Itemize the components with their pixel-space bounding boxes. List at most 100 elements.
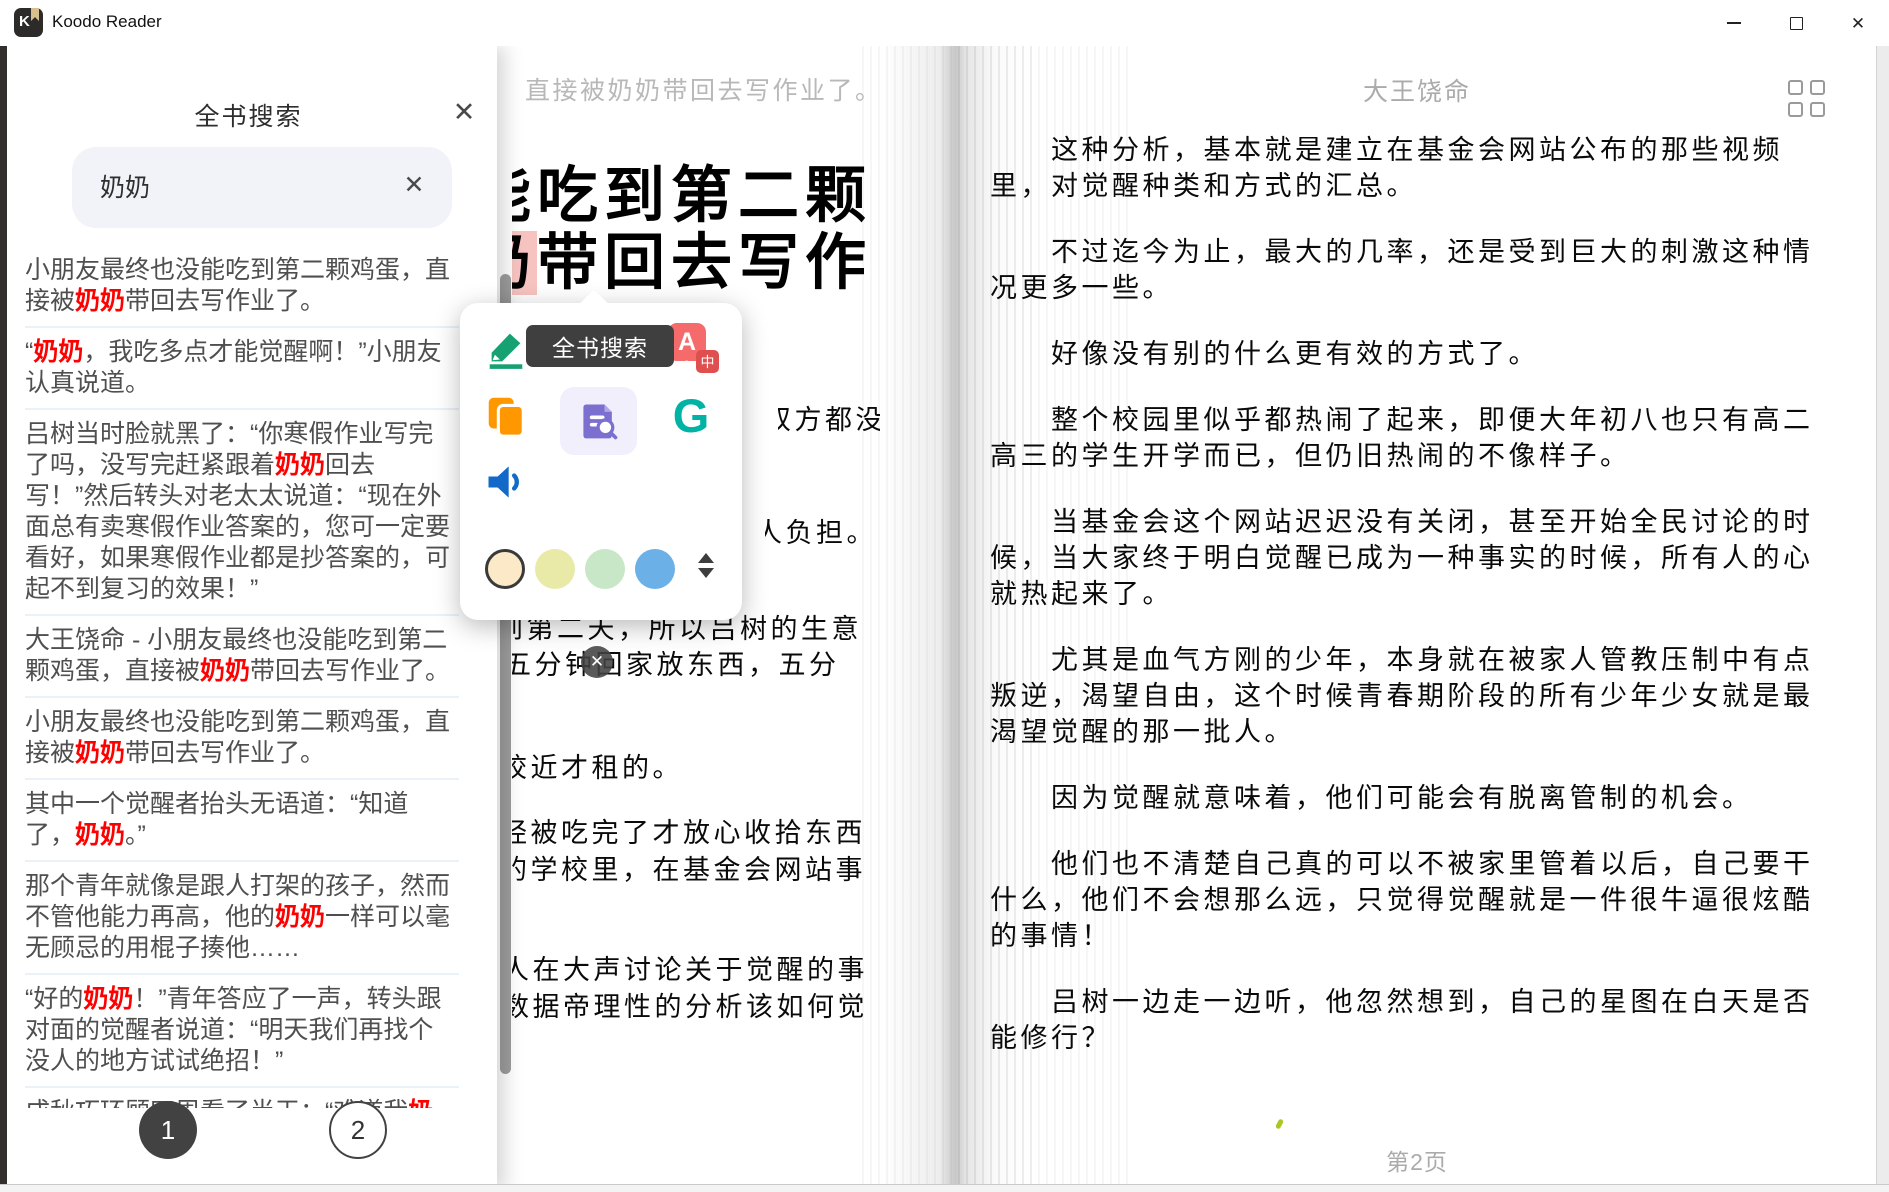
left-page-text-fragment: 双方都没有 <box>778 403 880 437</box>
book-paragraph: 因为觉醒就意味着，他们可能会有脱离管制的机会。 <box>990 780 1850 816</box>
search-result-text: 面总有卖寒假作业答案的，您可一定要 <box>25 513 450 541</box>
book-text-line: 况更多一些。 <box>990 270 1850 306</box>
window-controls: ✕ <box>1703 0 1889 46</box>
book-text-line: 什么，他们不会想那么远，只觉得觉醒就是一件很牛逼很炫酷 <box>990 882 1850 918</box>
book-text-line: 尤其是血气方刚的少年，本身就在被家人管教压制中有点 <box>990 642 1850 678</box>
left-page-fragment-text: 经被吃完了才放心收拾东西 <box>512 816 866 850</box>
search-result-item[interactable]: “好的奶奶！”青年答应了一声，转头跟对面的觉醒者说道：“明天我们再找个没人的地方… <box>25 975 459 1088</box>
page-layout-grid-icon[interactable] <box>1788 80 1826 118</box>
dictionary-search-icon[interactable] <box>560 387 637 455</box>
search-result-text: 大王饶命 - 小朋友最终也没能吃到第二 <box>25 626 447 654</box>
highlight-color-swatch[interactable] <box>585 549 625 589</box>
search-result-text: 接被 <box>25 287 75 315</box>
book-paragraph: 整个校园里似乎都热闹了起来，即便大年初八也只有高二高三的学生开学而已，但仍旧热闹… <box>990 402 1850 474</box>
search-result-line: “奶奶，我吃多点才能觉醒啊！”小朋友 <box>25 337 459 368</box>
search-result-text: 无顾忌的用棍子揍他…… <box>25 934 300 962</box>
search-result-text: 起不到复习的效果！” <box>25 575 258 603</box>
highlight-color-swatch[interactable] <box>535 549 575 589</box>
search-result-line: 接被奶奶带回去写作业了。 <box>25 738 459 769</box>
maximize-icon <box>1790 17 1803 30</box>
book-paragraph: 他们也不清楚自己真的可以不被家里管着以后，自己要干什么，他们不会想那么远，只觉得… <box>990 846 1850 954</box>
search-result-item[interactable]: 其中一个觉醒者抬头无语道：“知道了，奶奶。” <box>25 780 459 862</box>
text-to-speech-icon[interactable] <box>483 460 529 506</box>
search-match-highlight: 奶奶 <box>75 739 125 767</box>
left-page-fragment-text: 校近才租的。 <box>512 751 683 785</box>
search-result-line: 成秋巧环顾四周看了半天：“难道我奶 <box>25 1097 459 1108</box>
search-result-text: 回去 <box>325 451 375 479</box>
book-text-line: 候，当大家终于明白觉醒已成为一种事实的时候，所有人的心 <box>990 540 1850 576</box>
search-result-item[interactable]: 小朋友最终也没能吃到第二颗鸡蛋，直接被奶奶带回去写作业了。 <box>25 698 459 780</box>
highlight-color-swatch[interactable] <box>485 549 525 589</box>
close-button[interactable]: ✕ <box>1827 0 1889 46</box>
color-sort-arrows-icon[interactable] <box>698 553 718 593</box>
search-results-list: 小朋友最终也没能吃到第二颗鸡蛋，直接被奶奶带回去写作业了。“奶奶，我吃多点才能觉… <box>25 246 459 1108</box>
search-result-text: 认真说道。 <box>25 369 150 397</box>
search-result-text: 带回去写作业了。 <box>125 287 325 315</box>
book-text-line: 的事情！ <box>990 918 1850 954</box>
highlight-pen-icon[interactable] <box>483 325 529 371</box>
search-result-text: ，我吃多点才能觉醒啊！”小朋友 <box>83 338 441 366</box>
translate-icon[interactable]: A + 中 <box>668 323 714 369</box>
search-result-text: 没人的地方试试绝招！” <box>25 1047 283 1075</box>
highlight-color-swatch[interactable] <box>635 549 675 589</box>
book-paragraph: 不过迄今为止，最大的几率，还是受到巨大的刺激这种情况更多一些。 <box>990 234 1850 306</box>
book-text-line: 因为觉醒就意味着，他们可能会有脱离管制的机会。 <box>990 780 1850 816</box>
search-result-text: 看好，如果寒假作业都是抄答案的，可 <box>25 544 450 572</box>
search-result-text: 了， <box>25 821 75 849</box>
close-icon: ✕ <box>1851 15 1865 32</box>
results-page-button-1[interactable]: 1 <box>139 1101 197 1159</box>
search-match-highlight: 奶 <box>408 1098 433 1108</box>
window-bottom-edge <box>0 1184 1889 1192</box>
left-page-large-line: 能吃到第二颗 <box>512 163 964 229</box>
sidebar-close-icon[interactable]: ✕ <box>447 96 481 130</box>
search-result-item[interactable]: 吕树当时脸就黑了：“你寒假作业写完了吗，没写完赶紧跟着奶奶回去写！”然后转头对老… <box>25 410 459 616</box>
search-result-text: 小朋友最终也没能吃到第二颗鸡蛋，直 <box>25 708 450 736</box>
popup-close-button[interactable]: ✕ <box>581 646 613 678</box>
app-logo-letter: K <box>19 13 30 30</box>
window-left-edge <box>0 46 7 1192</box>
search-result-item[interactable]: 成秋巧环顾四周看了半天：“难道我奶奶说的是真的？” <box>25 1088 459 1108</box>
search-result-line: 大王饶命 - 小朋友最终也没能吃到第二 <box>25 625 459 656</box>
google-search-icon[interactable]: G <box>666 391 716 441</box>
search-result-text: 颗鸡蛋，直接被 <box>25 657 200 685</box>
popup-tooltip: 全书搜索 <box>526 325 674 367</box>
search-result-text: 对面的觉醒者说道：“明天我们再找个 <box>25 1016 433 1044</box>
left-page-fragment-text: 人负担。 <box>765 516 877 550</box>
search-result-item[interactable]: “奶奶，我吃多点才能觉醒啊！”小朋友认真说道。 <box>25 328 459 410</box>
book-paragraph: 这种分析，基本就是建立在基金会网站公布的那些视频里，对觉醒种类和方式的汇总。 <box>990 132 1850 204</box>
maximize-button[interactable] <box>1765 0 1827 46</box>
search-result-text: 吕树当时脸就黑了：“你寒假作业写完 <box>25 420 433 448</box>
book-text-line: 吕树一边走一边听，他忽然想到，自己的星图在白天是否 <box>990 984 1850 1020</box>
book-paragraph: 当基金会这个网站迟迟没有关闭，甚至开始全民讨论的时候，当大家终于明白觉醒已成为一… <box>990 504 1850 612</box>
search-input[interactable] <box>100 171 380 200</box>
minimize-button[interactable] <box>1703 0 1765 46</box>
sort-down-arrow <box>698 568 714 578</box>
left-page-fragment-text: 五分钟回家放东西，五分 <box>512 648 840 682</box>
window-title: Koodo Reader <box>52 12 162 32</box>
left-page-text-fragment: 数据帝理性的分析该如何觉 <box>512 990 880 1024</box>
book-text-line: 这种分析，基本就是建立在基金会网站公布的那些视频 <box>990 132 1850 168</box>
search-result-item[interactable]: 那个青年就像是跟人打架的孩子，然而不管他能力再高，他的奶奶一样可以毫无顾忌的用棍… <box>25 862 459 975</box>
search-clear-icon[interactable]: ✕ <box>398 169 430 201</box>
search-result-line: 看好，如果寒假作业都是抄答案的，可 <box>25 543 459 574</box>
highlight-color-row <box>485 547 685 591</box>
search-result-line: 了，奶奶。” <box>25 820 459 851</box>
search-result-text: 带回去写作业了。 <box>125 739 325 767</box>
copy-icon[interactable] <box>483 393 529 439</box>
results-page-button-2[interactable]: 2 <box>329 1101 387 1159</box>
book-text-line: 渴望觉醒的那一批人。 <box>990 714 1850 750</box>
book-title-header: 大王饶命 <box>958 72 1876 108</box>
annotation-dot[interactable] <box>1275 1118 1284 1129</box>
sort-up-arrow <box>698 553 714 563</box>
search-box[interactable]: ✕ <box>72 147 452 228</box>
book-paragraph: 好像没有别的什么更有效的方式了。 <box>990 336 1850 372</box>
left-page-text-fragment: 经被吃完了才放心收拾东西 <box>512 816 880 850</box>
left-page-text-fragment: 人负担。 <box>765 516 880 550</box>
search-result-item[interactable]: 小朋友最终也没能吃到第二颗鸡蛋，直接被奶奶带回去写作业了。 <box>25 246 459 328</box>
book-text-line: 就热起来了。 <box>990 576 1850 612</box>
search-result-item[interactable]: 大王饶命 - 小朋友最终也没能吃到第二颗鸡蛋，直接被奶奶带回去写作业了。 <box>25 616 459 698</box>
search-result-line: 面总有卖寒假作业答案的，您可一定要 <box>25 512 459 543</box>
left-page-text-fragment: 人在大声讨论关于觉醒的事 <box>512 953 880 987</box>
search-result-line: 无顾忌的用棍子揍他…… <box>25 933 459 964</box>
search-match-highlight: 奶奶 <box>33 338 83 366</box>
